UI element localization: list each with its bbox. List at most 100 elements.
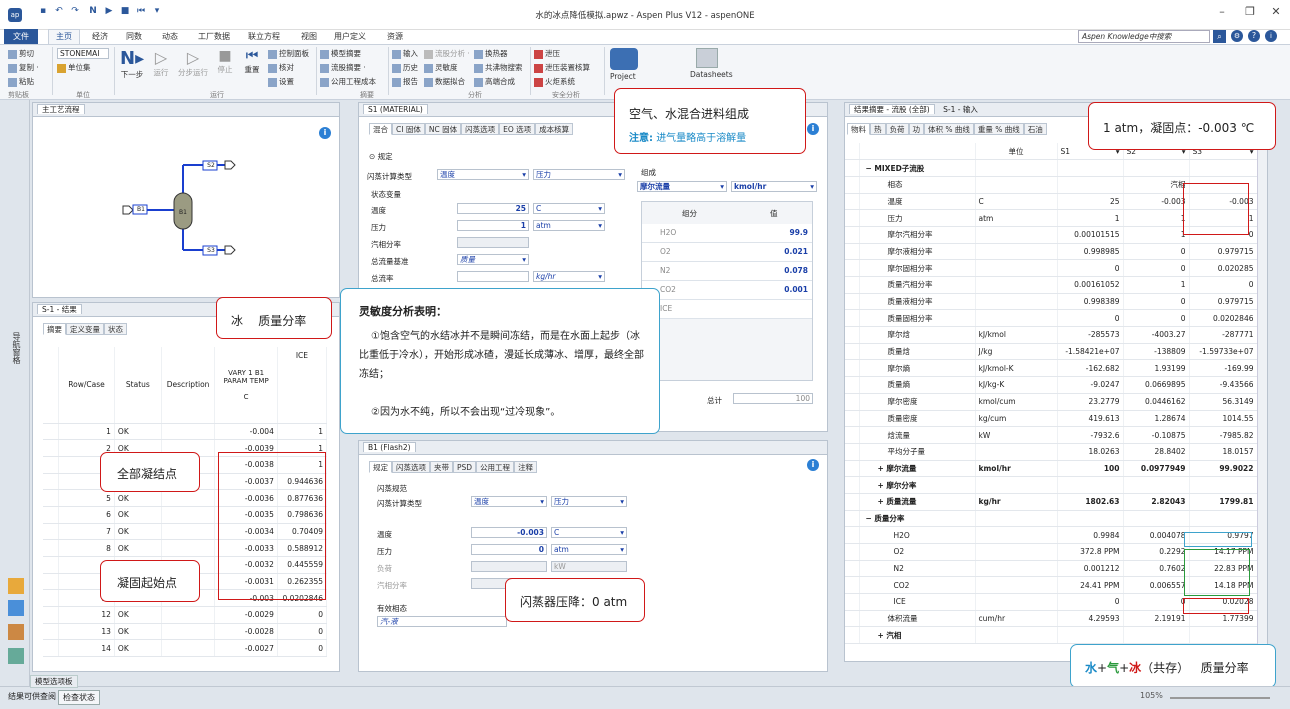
- tab-status[interactable]: 状态: [104, 323, 127, 335]
- menu-eo[interactable]: 联立方程: [244, 30, 284, 43]
- tab-utility[interactable]: 公用工程: [476, 461, 515, 473]
- pres-input[interactable]: 1: [457, 220, 529, 231]
- table-row[interactable]: 质量固相分率 0 0 0.0202846: [845, 309, 1258, 328]
- model-palette-tab[interactable]: 模型选项板: [30, 675, 78, 688]
- table-row[interactable]: 14 OK -0.0027 0: [43, 639, 328, 658]
- run-button[interactable]: ▷ 运行: [150, 48, 172, 78]
- table-row[interactable]: − 质量分率: [845, 510, 1258, 528]
- table-row[interactable]: 质量液相分率 0.998389 0 0.979715: [845, 293, 1258, 311]
- settings-icon[interactable]: ⚙: [1231, 30, 1243, 42]
- flash-duty-unit[interactable]: kW: [551, 561, 627, 572]
- tab-s1-material[interactable]: S1 (MATERIAL): [363, 104, 428, 114]
- tab-costing[interactable]: 成本核算: [535, 123, 574, 135]
- valid-phase-select[interactable]: 汽-液: [377, 616, 507, 627]
- azeotrope-button[interactable]: 共沸物搜索: [474, 62, 523, 73]
- table-row[interactable]: 1 OK -0.004 1: [43, 423, 328, 441]
- flash-pres-unit-select[interactable]: atm ▾: [551, 544, 627, 555]
- tab-vol-curve[interactable]: 体积 % 曲线: [924, 123, 974, 135]
- tab-eo-options[interactable]: EO 选项: [499, 123, 536, 135]
- tab-material[interactable]: 物料: [847, 123, 870, 135]
- table-row[interactable]: 摩尔密度 kmol/cum 23.2779 0.0446162 56.3149: [845, 393, 1258, 411]
- restore-icon[interactable]: ❐: [1240, 5, 1260, 21]
- flash-temp-unit-select[interactable]: C ▾: [551, 527, 627, 538]
- flare-button[interactable]: 火炬系统: [534, 76, 575, 87]
- menu-plant-data[interactable]: 工厂数据: [194, 30, 234, 43]
- navigation-pane[interactable]: 导航窗格: [0, 100, 30, 686]
- tab-flash-opts[interactable]: 闪蒸选项: [392, 461, 430, 473]
- menu-view[interactable]: 视图: [296, 30, 322, 43]
- comp-basis-select[interactable]: 摩尔流量 ▾: [637, 181, 727, 192]
- table-row[interactable]: 摩尔液相分率 0.998985 0 0.979715: [845, 243, 1258, 261]
- temp-input[interactable]: 25: [457, 203, 529, 214]
- unit-set-button[interactable]: 单位集: [57, 62, 91, 73]
- tab-ci-solid[interactable]: CI 固体: [392, 123, 425, 135]
- tab-heat[interactable]: 热: [870, 123, 886, 135]
- info-icon[interactable]: i: [807, 459, 819, 471]
- tab-define-vars[interactable]: 定义变量: [66, 323, 104, 335]
- tab-main-flowsheet[interactable]: 主工艺流程: [37, 104, 85, 114]
- synthesis-button[interactable]: 高端合成: [474, 76, 515, 87]
- copy-button[interactable]: 复制 ·: [8, 62, 39, 73]
- table-row[interactable]: + 摩尔分率: [845, 476, 1258, 494]
- simulation-icon[interactable]: [8, 600, 24, 616]
- composition-row[interactable]: N2 0.078: [642, 262, 812, 281]
- basis-select[interactable]: 质量 ▾: [457, 254, 529, 265]
- info-icon[interactable]: i: [807, 123, 819, 135]
- tab-nc-solid[interactable]: NC 固体: [424, 123, 462, 135]
- zoom-slider[interactable]: [1170, 697, 1270, 699]
- table-row[interactable]: 摩尔焓 kJ/kmol -285573 -4003.27 -287771: [845, 326, 1258, 344]
- composition-row[interactable]: H2O 99.9: [642, 224, 812, 243]
- collapse-icon[interactable]: −: [866, 164, 875, 173]
- flash-duty-input[interactable]: [471, 561, 547, 572]
- composition-row[interactable]: CO2 0.001: [642, 281, 812, 300]
- info-icon[interactable]: i: [1265, 30, 1277, 42]
- minimize-icon[interactable]: –: [1212, 5, 1232, 21]
- sensitivity-button[interactable]: 灵敏度: [424, 62, 458, 73]
- flash-calc-type-select[interactable]: 温度 ▾: [471, 496, 547, 507]
- tab-summary[interactable]: 摘要: [43, 323, 66, 335]
- safety-icon[interactable]: [8, 624, 24, 640]
- reset-button[interactable]: ⏮ 重置: [240, 48, 264, 75]
- project-icon[interactable]: [610, 48, 638, 70]
- model-summary-button[interactable]: 模型摘要: [320, 48, 361, 59]
- tab-mixed[interactable]: 混合: [369, 123, 392, 135]
- utility-cost-button[interactable]: 公用工程成本: [320, 76, 376, 87]
- results-scrollbar[interactable]: [1257, 143, 1267, 653]
- total-value[interactable]: 100: [733, 393, 813, 404]
- stream-analysis-button[interactable]: 流股分析 ·: [424, 48, 470, 59]
- tab-petro[interactable]: 石油: [1023, 123, 1047, 135]
- menu-resources[interactable]: 资源: [382, 30, 408, 43]
- stop-button[interactable]: ■ 停止: [214, 48, 236, 75]
- composition-row[interactable]: ICE: [642, 300, 812, 319]
- expand-icon[interactable]: +: [878, 464, 887, 473]
- palette-icon[interactable]: [8, 578, 24, 594]
- history-button[interactable]: 历史: [392, 62, 418, 73]
- table-row[interactable]: + 质量流量 kg/hr 1802.63 2.82043 1799.81: [845, 493, 1258, 511]
- input-button[interactable]: 输入: [392, 48, 418, 59]
- pres-unit-select[interactable]: atm ▾: [533, 220, 605, 231]
- table-row[interactable]: 质量密度 kg/cum 419.613 1.28674 1014.55: [845, 410, 1258, 428]
- stream-summary-button[interactable]: 流股摘要 ·: [320, 62, 366, 73]
- menu-file[interactable]: 文件: [4, 29, 38, 44]
- tab-work[interactable]: 功: [908, 123, 924, 135]
- data-fit-button[interactable]: 数据拟合: [424, 76, 465, 87]
- tab-entrainment[interactable]: 夹带: [430, 461, 453, 473]
- relief-button[interactable]: 泄压: [534, 48, 560, 59]
- flash-pres-input[interactable]: 0: [471, 544, 547, 555]
- flash-type-select[interactable]: 温度 ▾: [437, 169, 529, 180]
- table-row[interactable]: + 摩尔流量 kmol/hr 100 0.0977949 99.9022: [845, 460, 1258, 478]
- next-button[interactable]: N▸ 下一步: [120, 48, 144, 80]
- energy-icon[interactable]: [8, 648, 24, 664]
- setup-button[interactable]: 设置: [268, 76, 294, 87]
- check-status-button[interactable]: 检查状态: [58, 690, 100, 705]
- flash-type2-select[interactable]: 压力 ▾: [533, 169, 625, 180]
- paste-button[interactable]: 粘贴: [8, 76, 34, 87]
- check-button[interactable]: 核对: [268, 62, 294, 73]
- tab-s1-input[interactable]: S-1 - 输入: [943, 105, 978, 114]
- expand-icon[interactable]: +: [878, 497, 887, 506]
- table-row[interactable]: + 汽相: [845, 626, 1258, 645]
- comp-unit-select[interactable]: kmol/hr ▾: [731, 181, 817, 192]
- relief-rating-button[interactable]: 泄压装置核算: [534, 62, 590, 73]
- menu-sync[interactable]: 同数: [120, 30, 148, 43]
- menu-home[interactable]: 主页: [48, 29, 80, 45]
